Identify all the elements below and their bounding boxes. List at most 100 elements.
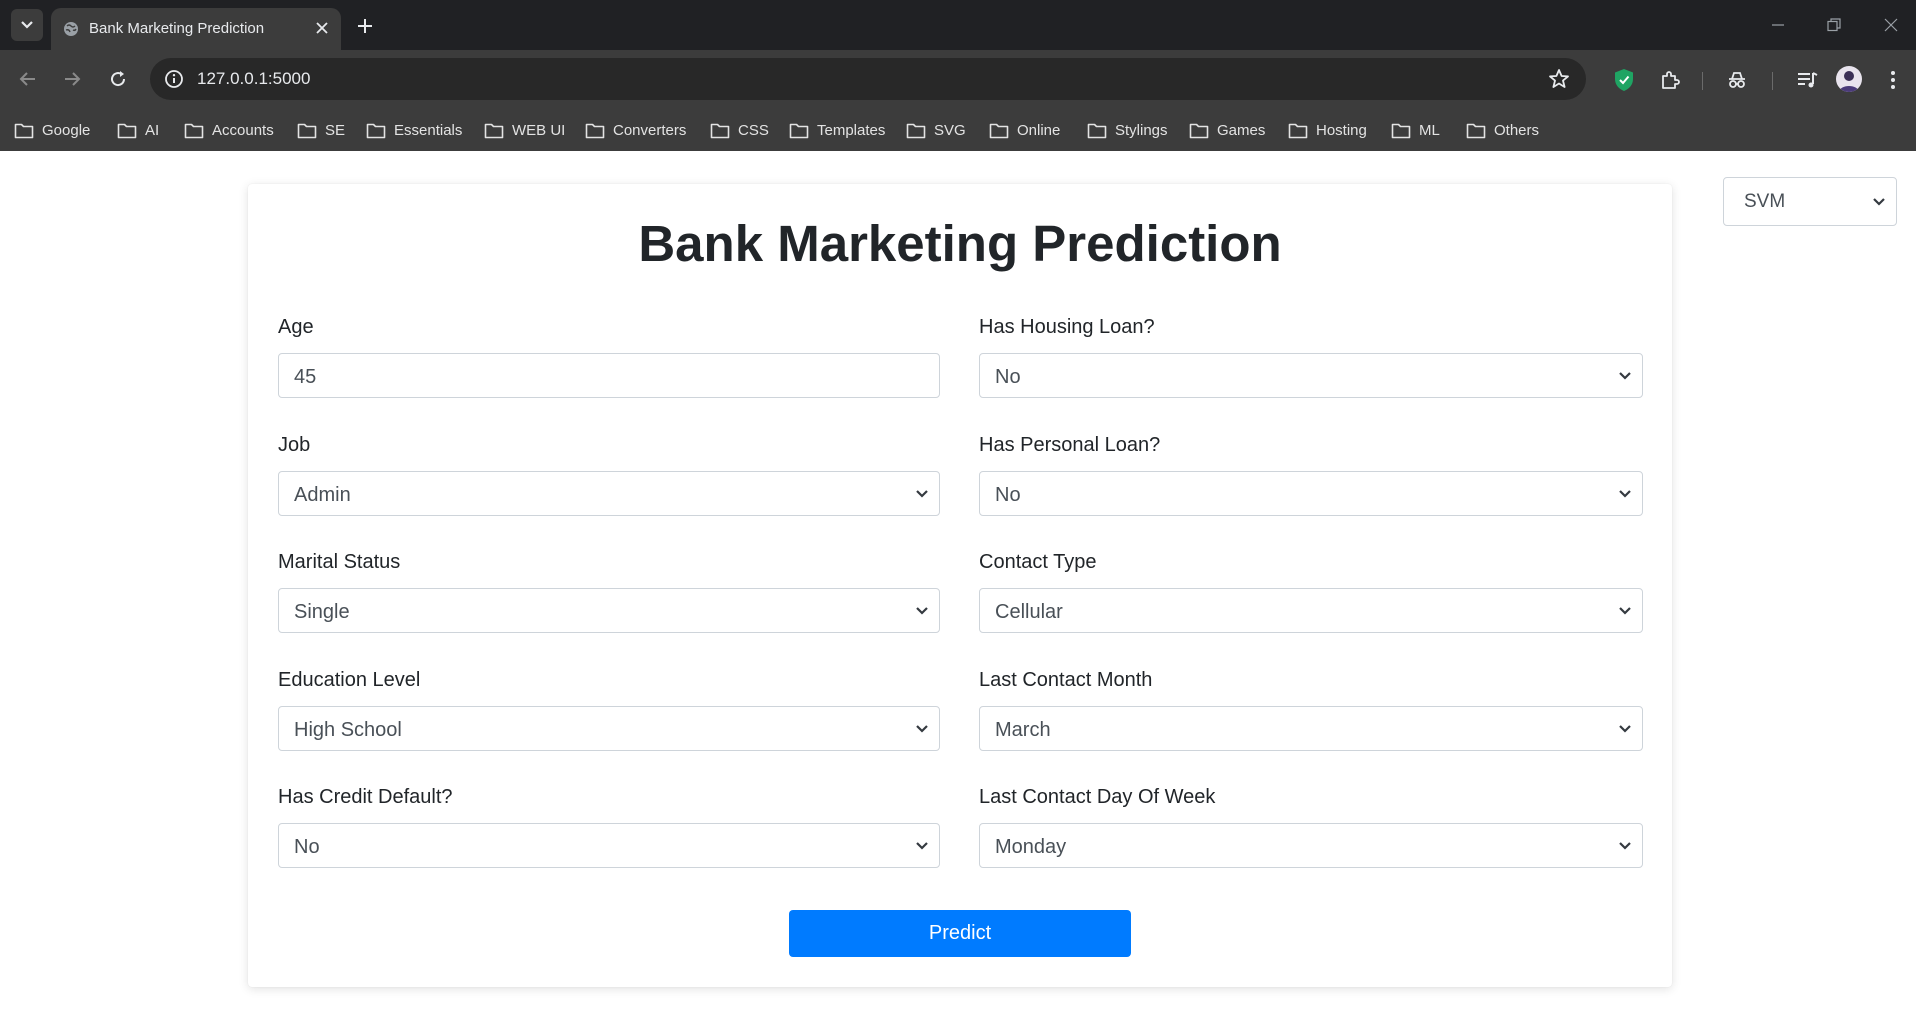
extensions-button[interactable] <box>1656 66 1684 94</box>
chevron-down-icon <box>1619 489 1631 498</box>
education-level-select[interactable]: High School <box>278 706 940 751</box>
job-select[interactable]: Admin <box>278 471 940 516</box>
personal-loan-value: No <box>995 484 1021 506</box>
contact-type-label: Contact Type <box>979 551 1097 573</box>
bookmark-label: CSS <box>738 121 769 139</box>
globe-icon <box>64 22 78 36</box>
chevron-down-icon <box>916 606 928 615</box>
bookmark-star-icon[interactable] <box>1548 68 1570 90</box>
personal-loan-select[interactable]: No <box>979 471 1643 516</box>
marital-status-select[interactable]: Single <box>278 588 940 633</box>
folder-icon <box>484 123 504 138</box>
reload-icon <box>111 71 126 87</box>
chevron-down-icon <box>916 489 928 498</box>
bookmark-item[interactable]: CSS <box>710 119 769 141</box>
bookmark-label: Stylings <box>1115 121 1168 139</box>
back-button[interactable] <box>13 64 43 94</box>
bookmark-item[interactable]: SE <box>297 119 345 141</box>
credit-default-label: Has Credit Default? <box>278 786 453 808</box>
profile-avatar[interactable] <box>1836 66 1862 92</box>
site-info-button[interactable] <box>162 67 186 91</box>
tab-strip: Bank Marketing Prediction <box>0 0 1916 50</box>
incognito-extension-button[interactable] <box>1723 66 1751 94</box>
education-level-value: High School <box>294 719 402 741</box>
url-text: 127.0.0.1:5000 <box>197 69 311 88</box>
tab-title: Bank Marketing Prediction <box>89 20 265 37</box>
bookmark-item[interactable]: AI <box>117 119 159 141</box>
bookmark-item[interactable]: Accounts <box>184 119 274 141</box>
folder-icon <box>906 123 926 138</box>
credit-default-value: No <box>294 836 320 858</box>
close-window-button[interactable] <box>1877 12 1905 38</box>
address-bar[interactable]: 127.0.0.1:5000 <box>150 58 1586 100</box>
bookmark-label: Accounts <box>212 121 274 139</box>
bookmark-item[interactable]: Others <box>1466 119 1539 141</box>
chevron-down-icon <box>1619 371 1631 380</box>
browser-menu-button[interactable] <box>1879 66 1907 94</box>
minimize-button[interactable] <box>1764 12 1792 38</box>
marital-status-label: Marital Status <box>278 551 401 573</box>
bookmark-item[interactable]: Essentials <box>366 119 462 141</box>
bookmark-label: Google <box>42 121 91 139</box>
page-title: Bank Marketing Prediction <box>638 215 1282 272</box>
folder-icon <box>1466 123 1486 138</box>
minimize-icon <box>1772 24 1784 26</box>
puzzle-icon <box>1662 71 1680 89</box>
housing-loan-select[interactable]: No <box>979 353 1643 398</box>
arrow-left-icon <box>19 72 35 86</box>
restore-button[interactable] <box>1820 12 1848 38</box>
bookmark-item[interactable]: Stylings <box>1087 119 1168 141</box>
toolbar-divider <box>1772 72 1773 90</box>
folder-icon <box>366 123 386 138</box>
folder-icon <box>789 123 809 138</box>
chevron-down-icon <box>1619 606 1631 615</box>
predict-button[interactable]: Predict <box>789 910 1131 957</box>
age-input[interactable]: 45 <box>278 353 940 398</box>
chevron-down-icon <box>1619 841 1631 850</box>
bookmark-item[interactable]: Online <box>989 119 1060 141</box>
media-control-button[interactable] <box>1793 66 1821 94</box>
bookmark-label: ML <box>1419 121 1440 139</box>
folder-icon <box>1391 123 1411 138</box>
job-value: Admin <box>294 484 351 506</box>
tab-search-button[interactable] <box>11 9 43 41</box>
browser-tab[interactable]: Bank Marketing Prediction <box>51 8 341 50</box>
chevron-down-icon <box>916 841 928 850</box>
queue-music-icon <box>1798 72 1818 88</box>
bookmark-item[interactable]: ML <box>1391 119 1440 141</box>
forward-button[interactable] <box>57 64 87 94</box>
folder-icon <box>1189 123 1209 138</box>
bookmark-label: SE <box>325 121 346 139</box>
education-level-label: Education Level <box>278 669 421 691</box>
close-icon <box>1884 18 1898 32</box>
chevron-down-icon <box>916 724 928 733</box>
bookmark-item[interactable]: WEB UI <box>484 119 565 141</box>
shield-icon <box>1615 69 1633 91</box>
tab-close-button[interactable] <box>313 19 331 37</box>
close-icon <box>316 22 328 34</box>
bookmark-item[interactable]: Games <box>1189 119 1265 141</box>
credit-default-select[interactable]: No <box>278 823 940 868</box>
bookmark-label: Templates <box>817 121 886 139</box>
bookmark-item[interactable]: Google <box>14 119 90 141</box>
bookmark-item[interactable]: Templates <box>789 119 885 141</box>
bookmark-item[interactable]: SVG <box>906 119 966 141</box>
arrow-right-icon <box>65 72 81 86</box>
bookmark-label: Online <box>1017 121 1061 139</box>
housing-loan-label: Has Housing Loan? <box>979 316 1155 338</box>
last-contact-month-select[interactable]: March <box>979 706 1643 751</box>
chevron-down-icon <box>1873 197 1885 206</box>
last-contact-day-select[interactable]: Monday <box>979 823 1643 868</box>
model-select[interactable]: SVM <box>1723 177 1897 226</box>
bookmark-item[interactable]: Converters <box>585 119 686 141</box>
folder-icon <box>117 123 137 138</box>
folder-icon <box>297 123 317 138</box>
reload-button[interactable] <box>103 64 133 94</box>
shield-extension-button[interactable] <box>1610 66 1638 94</box>
contact-type-select[interactable]: Cellular <box>979 588 1643 633</box>
last-contact-day-label: Last Contact Day Of Week <box>979 786 1216 808</box>
restore-icon <box>1827 18 1841 32</box>
bookmark-item[interactable]: Hosting <box>1288 119 1367 141</box>
more-vertical-icon <box>1891 71 1895 89</box>
new-tab-button[interactable] <box>353 14 377 38</box>
